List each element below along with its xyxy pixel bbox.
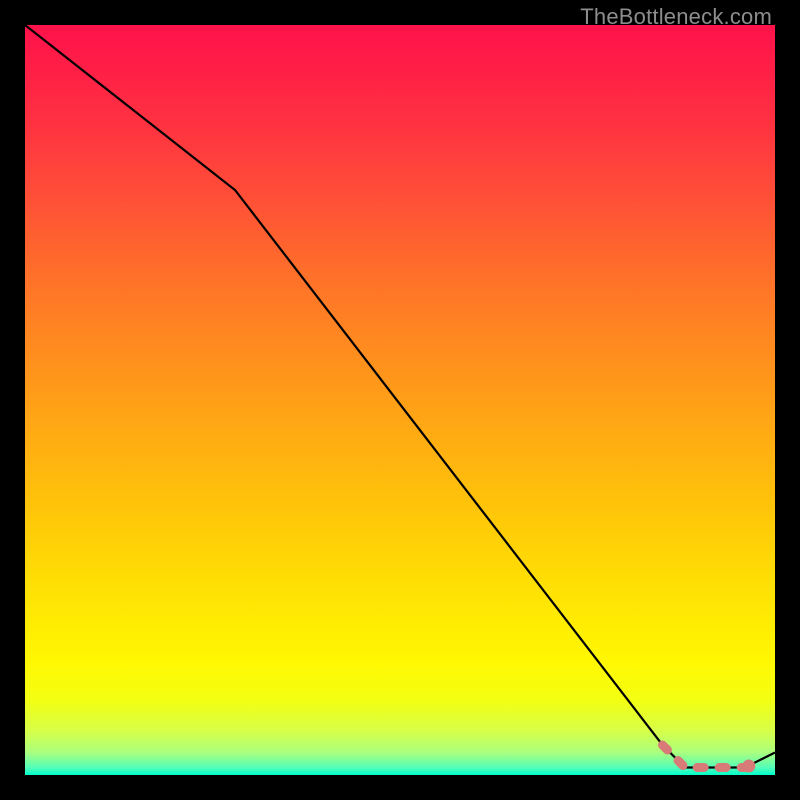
highlight-end-dot xyxy=(742,760,755,773)
plot-area xyxy=(25,25,775,775)
chart-overlay xyxy=(25,25,775,775)
chart-frame: TheBottleneck.com xyxy=(0,0,800,800)
main-curve xyxy=(25,25,775,768)
